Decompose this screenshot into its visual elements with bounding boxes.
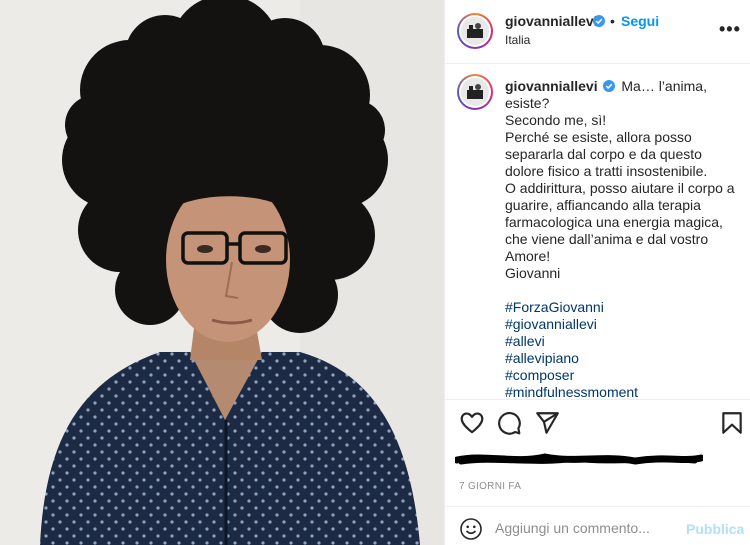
comment-bar: Pubblica	[445, 506, 750, 545]
follow-button[interactable]: Segui	[621, 13, 659, 29]
profile-avatar[interactable]	[457, 13, 493, 49]
action-bar	[445, 400, 750, 444]
post-photo[interactable]	[0, 0, 444, 545]
caption-line: O addirittura, posso aiutare il corpo a …	[505, 180, 735, 264]
hashtag-list: #ForzaGiovanni #giovanniallevi #allevi #…	[505, 299, 741, 399]
post-timestamp[interactable]: 7 GIORNI FA	[459, 481, 521, 492]
caption-line: Giovanni	[505, 265, 561, 281]
emoji-icon[interactable]	[459, 517, 483, 541]
post-caption-area: giovanniallevi Ma… l’anima, esiste? Seco…	[445, 64, 750, 400]
verified-badge-icon	[593, 15, 605, 27]
caption-username[interactable]: giovanniallevi	[505, 78, 598, 94]
more-options-icon[interactable]: •••	[719, 19, 741, 40]
caption-text: giovanniallevi Ma… l’anima, esiste? Seco…	[505, 78, 741, 399]
caption-line: Secondo me, sì!	[505, 112, 607, 128]
separator-dot: •	[610, 13, 615, 29]
send-icon[interactable]	[534, 410, 560, 436]
caption-avatar[interactable]	[457, 74, 493, 110]
post-side-panel: giovanniallevi • Segui Italia ••• giovan…	[444, 0, 750, 545]
hashtag-link[interactable]: #allevi	[505, 333, 741, 350]
verified-badge-icon	[603, 80, 616, 92]
comment-input[interactable]	[495, 518, 675, 538]
bookmark-icon[interactable]	[719, 410, 745, 436]
publish-button[interactable]: Pubblica	[686, 521, 744, 537]
hashtag-link[interactable]: #composer	[505, 367, 741, 384]
likes-redaction-mark	[455, 453, 703, 465]
post-header: giovanniallevi • Segui Italia •••	[445, 0, 750, 64]
hashtag-link[interactable]: #giovanniallevi	[505, 316, 741, 333]
caption-line: Perché se esiste, allora posso separarla…	[505, 129, 708, 179]
hashtag-link[interactable]: #allevipiano	[505, 350, 741, 367]
comment-icon[interactable]	[496, 410, 522, 436]
profile-username[interactable]: giovanniallevi	[505, 13, 598, 29]
hashtag-link[interactable]: #mindfulnessmoment	[505, 384, 741, 399]
hashtag-link[interactable]: #ForzaGiovanni	[505, 299, 741, 316]
heart-icon[interactable]	[459, 410, 485, 436]
post-location[interactable]: Italia	[505, 33, 530, 47]
